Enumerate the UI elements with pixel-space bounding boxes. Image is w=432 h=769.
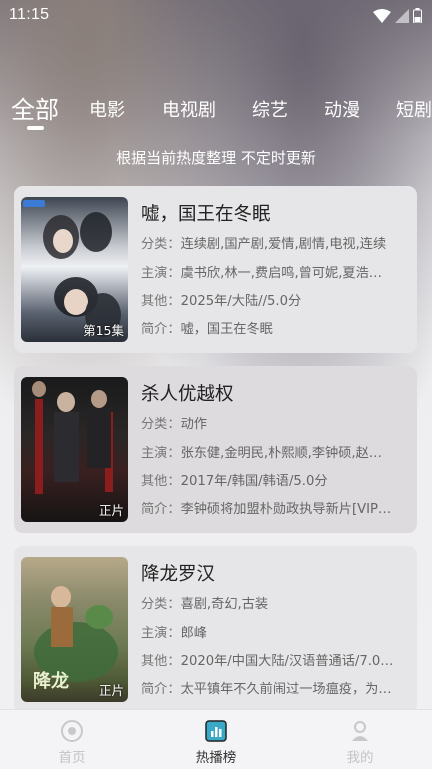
other-label: 其他： [141, 654, 181, 669]
intro-value: 太平镇年不久前闹过一场瘟疫，为… [180, 682, 392, 697]
other-value: 2020年/中国大陆/汉语普通话/7.0… [180, 654, 394, 669]
cast-value: 郎峰 [180, 626, 207, 641]
intro-row: 简介：太平镇年不久前闹过一场瘟疫，为… [141, 678, 409, 697]
tab-all[interactable]: 全部 [11, 90, 59, 125]
hot-list[interactable]: 第15集 嘘，国王在冬眠 分类：连续剧,国产剧,爱情,剧情,电视,连续 主演：虞… [0, 186, 432, 709]
cast-label: 主演： [141, 626, 181, 641]
cast-label: 主演： [141, 446, 181, 461]
battery-icon [413, 8, 422, 23]
tab-anime[interactable]: 动漫 [324, 96, 360, 122]
card-title[interactable]: 嘘，国王在冬眠 [141, 200, 271, 226]
bottom-navigation: 首页 热播榜 我的 [0, 709, 432, 769]
cast-value: 张东健,金明民,朴熙顺,李钟硕,赵… [180, 446, 382, 461]
intro-value: 李钟硕将加盟朴勋政执导新片[VIP… [180, 502, 392, 517]
other-label: 其他： [141, 474, 181, 489]
hot-list-icon [205, 720, 227, 742]
episode-badge: 正片 [98, 503, 124, 518]
list-item-card[interactable]: 降龙 正片 降龙罗汉 分类：喜剧,奇幻,古装 主演：郎峰 其他：2020年/中国… [14, 546, 417, 709]
card-title[interactable]: 降龙罗汉 [141, 560, 215, 586]
signal-icon [395, 9, 409, 23]
poster-image[interactable]: 第15集 [21, 197, 128, 342]
list-item-card[interactable]: 正片 杀人优越权 分类：动作 主演：张东健,金明民,朴熙顺,李钟硕,赵… 其他：… [14, 366, 417, 533]
other-value: 2017年/韩国/韩语/5.0分 [180, 474, 328, 489]
intro-row: 简介：嘘，国王在冬眠 [141, 318, 409, 337]
tab-short-drama[interactable]: 短剧 [396, 96, 432, 122]
intro-value: 嘘，国王在冬眠 [180, 322, 273, 337]
profile-icon [352, 721, 368, 741]
wifi-icon [373, 9, 391, 23]
intro-label: 简介： [141, 682, 181, 697]
tab-tv-series[interactable]: 电视剧 [162, 96, 216, 122]
tab-variety[interactable]: 综艺 [252, 96, 288, 122]
category-value: 动作 [180, 417, 207, 432]
category-row: 分类：动作 [141, 413, 409, 432]
category-value: 连续剧,国产剧,爱情,剧情,电视,连续 [180, 237, 387, 252]
nav-profile-label: 我的 [346, 750, 374, 766]
list-item-card[interactable]: 第15集 嘘，国王在冬眠 分类：连续剧,国产剧,爱情,剧情,电视,连续 主演：虞… [14, 186, 417, 353]
cast-row: 主演：郎峰 [141, 622, 409, 641]
episode-badge: 正片 [98, 683, 124, 698]
nav-hot-list[interactable]: 热播榜 [176, 720, 256, 766]
status-time: 11:15 [9, 6, 50, 23]
category-label: 分类： [141, 417, 181, 432]
nav-hot-list-label: 热播榜 [195, 750, 237, 766]
intro-row: 简介：李钟硕将加盟朴勋政执导新片[VIP… [141, 498, 409, 517]
nav-home[interactable]: 首页 [32, 720, 112, 766]
episode-badge: 第15集 [83, 323, 124, 338]
status-icons [373, 8, 422, 23]
svg-text:降龙: 降龙 [33, 670, 69, 692]
category-label: 分类： [141, 237, 181, 252]
other-row: 其他：2020年/中国大陆/汉语普通话/7.0… [141, 650, 409, 669]
other-label: 其他： [141, 294, 181, 309]
intro-label: 简介： [141, 502, 181, 517]
cast-label: 主演： [141, 266, 181, 281]
other-value: 2025年/大陆//5.0分 [180, 294, 302, 309]
category-row: 分类：喜剧,奇幻,古装 [141, 593, 409, 612]
status-bar: 11:15 [0, 0, 432, 34]
ranking-note: 根据当前热度整理 不定时更新 [116, 149, 316, 167]
other-row: 其他：2025年/大陆//5.0分 [141, 290, 409, 309]
category-tabs: 全部 电影 电视剧 综艺 动漫 短剧 [0, 88, 432, 138]
cast-row: 主演：张东健,金明民,朴熙顺,李钟硕,赵… [141, 442, 409, 461]
cast-value: 虞书欣,林一,费启鸣,曾可妮,夏浩… [180, 266, 382, 281]
active-tab-indicator [27, 126, 44, 130]
card-title[interactable]: 杀人优越权 [141, 380, 234, 406]
intro-label: 简介： [141, 322, 181, 337]
category-value: 喜剧,奇幻,古装 [180, 597, 269, 612]
other-row: 其他：2017年/韩国/韩语/5.0分 [141, 470, 409, 489]
nav-home-label: 首页 [58, 750, 86, 766]
home-icon [61, 720, 83, 742]
nav-profile[interactable]: 我的 [320, 720, 400, 766]
category-label: 分类： [141, 597, 181, 612]
poster-image[interactable]: 降龙 正片 [21, 557, 128, 702]
category-row: 分类：连续剧,国产剧,爱情,剧情,电视,连续 [141, 233, 409, 252]
tab-movies[interactable]: 电影 [89, 96, 125, 122]
poster-image[interactable]: 正片 [21, 377, 128, 522]
cast-row: 主演：虞书欣,林一,费启鸣,曾可妮,夏浩… [141, 262, 409, 281]
